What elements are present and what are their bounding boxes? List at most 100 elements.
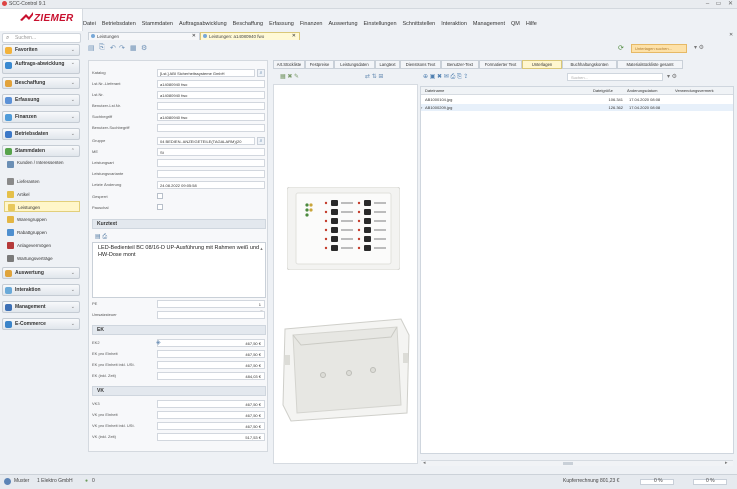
sidebar-section-interaktion[interactable]: Interaktion ⌄ xyxy=(2,284,80,296)
field-value[interactable]: 1 xyxy=(157,300,265,308)
field-value[interactable] xyxy=(157,170,265,178)
add-group-icon[interactable]: ▦ xyxy=(280,74,286,80)
edit-group-icon[interactable]: ✎ xyxy=(294,74,299,80)
sidebar-item-anlagevermoegen[interactable]: Anlagevermögen xyxy=(4,240,80,251)
refresh-icon[interactable]: ⟳ xyxy=(618,44,624,52)
menu-beschaffung[interactable]: Beschaffung xyxy=(233,19,263,29)
calc-icon[interactable]: ◈ xyxy=(156,339,161,346)
sidebar-item-warengruppen[interactable]: Warengruppen xyxy=(4,214,80,225)
unterlagen-search-input[interactable]: Unterlagen suchen... xyxy=(631,44,687,53)
tab-leistungsdaten[interactable]: Leistungsdaten xyxy=(334,60,375,69)
tab-formatierter-text[interactable]: Formatierter Text xyxy=(479,60,522,69)
scroll-right-icon[interactable]: ▸ xyxy=(725,460,728,466)
horizontal-scrollbar[interactable]: ◂ ▸ xyxy=(421,460,733,466)
scan-icon[interactable]: ⎘ xyxy=(457,74,462,80)
tab-langtext[interactable]: Langtext xyxy=(375,60,400,69)
field-value[interactable]: 467,50 € xyxy=(157,400,265,408)
menu-stammdaten[interactable]: Stammdaten xyxy=(142,19,173,29)
tab-dienstsons-text[interactable]: Dienstsons Text xyxy=(400,60,441,69)
print-icon[interactable]: ⎙ xyxy=(450,74,455,80)
options-icon[interactable]: ▾ ⚙ xyxy=(694,44,704,51)
tab-art-stueckliste[interactable]: Art.Stückliste xyxy=(273,60,305,69)
grid-icon[interactable]: ▦ xyxy=(130,44,137,52)
tab-unterlagen[interactable]: Unterlagen xyxy=(522,60,562,69)
menu-hilfe[interactable]: Hilfe xyxy=(526,19,537,29)
expand-icon[interactable]: ⊞ xyxy=(378,74,383,80)
bell-icon[interactable]: ● xyxy=(85,478,88,484)
menu-qm[interactable]: QM xyxy=(511,19,520,29)
delete-file-icon[interactable]: ✖ xyxy=(437,74,442,80)
gesperrt-checkbox[interactable] xyxy=(157,193,163,199)
search-input[interactable]: ⌕ Suchen... xyxy=(2,33,81,43)
sidebar-section-erfassung[interactable]: Erfassung ⌄ xyxy=(2,94,80,106)
maximize-button[interactable]: ▭ xyxy=(714,1,723,8)
file-search-input[interactable]: Suchen... xyxy=(567,73,663,81)
scrollbar[interactable]: ▲▼ xyxy=(259,245,264,314)
field-value[interactable]: 04 BEDIEN- ANZEIGETEILE(TAGALARM)(20 xyxy=(157,137,255,145)
sidebar-section-finanzen[interactable]: Finanzen ⌄ xyxy=(2,111,80,123)
tab-benutzer-text[interactable]: Benutzer-Text xyxy=(441,60,479,69)
field-value[interactable]: a14080940 fwo xyxy=(157,113,265,121)
export-icon[interactable]: ⇪ xyxy=(463,74,468,80)
file-options-icon[interactable]: ▾ ⚙ xyxy=(667,73,677,80)
pauschal-checkbox[interactable] xyxy=(157,204,163,210)
table-row[interactable]: AB1000104.jpg 106.341 17.04.2020 08:08 xyxy=(421,96,733,103)
menu-interaktion[interactable]: Interaktion xyxy=(441,19,467,29)
close-icon[interactable]: ✕ xyxy=(192,33,196,40)
minimize-button[interactable]: – xyxy=(703,1,712,8)
sidebar-section-stammdaten[interactable]: Stammdaten ⌃ xyxy=(2,145,80,157)
menu-einstellungen[interactable]: Einstellungen xyxy=(364,19,397,29)
tab-materialstueckliste[interactable]: Materialstückliste gesamt xyxy=(617,60,683,69)
column-header-aenderungsdatum[interactable]: Änderungsdatum xyxy=(627,87,657,94)
sidebar-section-auftragsabwicklung[interactable]: Auftrags-abwicklung ⌄ xyxy=(2,59,80,74)
tab-leistungen-detail[interactable]: Leistungen: a14080940 fwo ✕ xyxy=(200,32,300,40)
field-value[interactable]: a14080940 fwo xyxy=(157,91,265,99)
close-button[interactable]: ✕ xyxy=(726,1,735,8)
column-header-dateigroesse[interactable]: Dateigröße xyxy=(593,87,613,94)
column-header-dateiname[interactable]: Dateiname xyxy=(425,87,444,94)
status-user[interactable]: Muster xyxy=(14,478,29,484)
sidebar-section-management[interactable]: Management ⌄ xyxy=(2,301,80,313)
kurztext-editor[interactable]: LED-Bedienteil BC 08/16-D UP-Ausführung … xyxy=(92,242,266,314)
field-value[interactable] xyxy=(157,311,265,319)
column-header-verwendungsvermerk[interactable]: Verwendungsvermerk xyxy=(675,87,714,94)
sidebar-section-ecommerce[interactable]: E-Commerce ⌄ xyxy=(2,318,80,330)
tab-leistungen[interactable]: Leistungen ✕ xyxy=(88,32,200,40)
menu-management[interactable]: Management xyxy=(473,19,505,29)
sidebar-section-auswertung[interactable]: Auswertung ⌄ xyxy=(2,267,80,279)
sidebar-item-leistungen[interactable]: Leistungen xyxy=(4,201,80,212)
lookup-button[interactable]: ⌕ xyxy=(257,69,265,77)
close-all-icon[interactable]: ✕ xyxy=(729,32,733,38)
delete-group-icon[interactable]: ✖ xyxy=(287,74,292,80)
menu-finanzen[interactable]: Finanzen xyxy=(300,19,323,29)
field-value[interactable]: [Lst.] ABI Sicherheitssysteme GmbH xyxy=(157,69,255,77)
tab-festpreise[interactable]: Festpreise xyxy=(305,60,334,69)
sidebar-item-lieferanten[interactable]: Lieferanten xyxy=(4,176,80,187)
sidebar-section-favoriten[interactable]: Favoriten ⌄ xyxy=(2,44,80,56)
copy-icon[interactable]: ⎘ xyxy=(99,44,105,52)
kurztext-toolbar[interactable]: ▤ ⎙ xyxy=(95,233,107,241)
menu-erfassung[interactable]: Erfassung xyxy=(269,19,294,29)
menu-betriebsdaten[interactable]: Betriebsdaten xyxy=(102,19,136,29)
sidebar-item-kunden[interactable]: Kunden / Interessenten xyxy=(4,159,80,174)
sidebar-section-beschaffung[interactable]: Beschaffung ⌄ xyxy=(2,77,80,89)
menu-schnittstellen[interactable]: Schnittstellen xyxy=(403,19,436,29)
open-file-icon[interactable]: ▣ xyxy=(430,74,436,80)
redo-icon[interactable]: ↷ xyxy=(119,44,125,52)
new-icon[interactable]: ▤ xyxy=(88,44,95,52)
field-value[interactable] xyxy=(157,124,265,132)
menu-datei[interactable]: Datei xyxy=(83,19,96,29)
mail-icon[interactable]: ✉ xyxy=(444,74,449,80)
field-value[interactable]: St xyxy=(157,148,265,156)
scroll-left-icon[interactable]: ◂ xyxy=(423,460,426,466)
sidebar-item-artikel[interactable]: Artikel xyxy=(4,189,80,200)
scroll-thumb[interactable] xyxy=(563,462,573,465)
field-value[interactable]: a14080940 fwo xyxy=(157,80,265,88)
tab-buchhaltungskonten[interactable]: Buchhaltungskonten xyxy=(562,60,617,69)
menu-auftragsabwicklung[interactable]: Auftragsabwicklung xyxy=(179,19,227,29)
lookup-button[interactable]: ⌕ xyxy=(257,137,265,145)
add-file-icon[interactable]: ⊕ xyxy=(423,74,428,80)
sort-icon[interactable]: ⇅ xyxy=(372,74,377,80)
field-value[interactable]: 467,50 € xyxy=(157,339,265,347)
undo-icon[interactable]: ↶ xyxy=(110,44,116,52)
